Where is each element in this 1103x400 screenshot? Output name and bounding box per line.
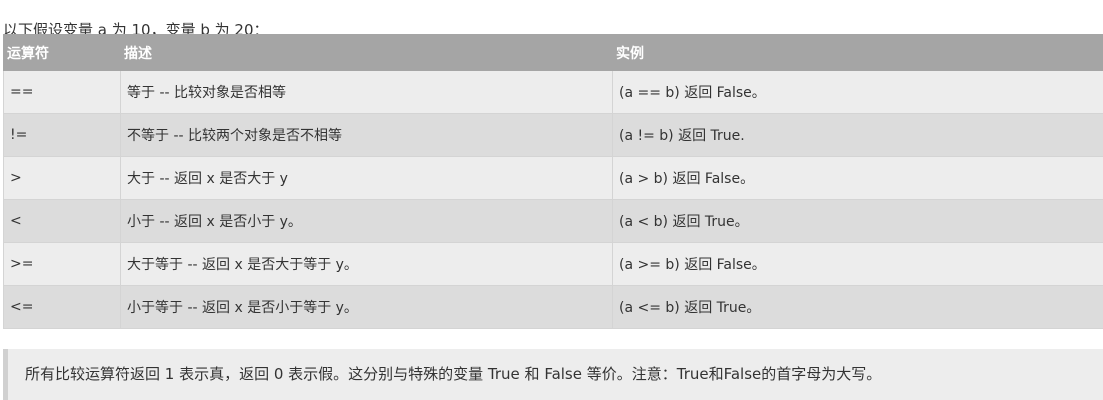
- table-row: > 大于 -- 返回 x 是否大于 y (a > b) 返回 False。: [3, 156, 1103, 200]
- operator-cell: !=: [3, 113, 121, 157]
- description-cell: 大于等于 -- 返回 x 是否大于等于 y。: [120, 242, 613, 286]
- operator-cell: <: [3, 199, 121, 243]
- example-cell: (a > b) 返回 False。: [612, 156, 1103, 200]
- table-row: != 不等于 -- 比较两个对象是否不相等 (a != b) 返回 True.: [3, 113, 1103, 157]
- example-cell: (a == b) 返回 False。: [612, 70, 1103, 114]
- table-row: >= 大于等于 -- 返回 x 是否大于等于 y。 (a >= b) 返回 Fa…: [3, 242, 1103, 286]
- header-operator: 运算符: [3, 34, 121, 71]
- table-header-row: 运算符 描述 实例: [3, 34, 1103, 71]
- header-example: 实例: [612, 34, 1103, 71]
- note-block: 所有比较运算符返回 1 表示真，返回 0 表示假。这分别与特殊的变量 True …: [3, 349, 1103, 400]
- description-cell: 等于 -- 比较对象是否相等: [120, 70, 613, 114]
- table-row: <= 小于等于 -- 返回 x 是否小于等于 y。 (a <= b) 返回 Tr…: [3, 285, 1103, 329]
- example-cell: (a >= b) 返回 False。: [612, 242, 1103, 286]
- operator-cell: ==: [3, 70, 121, 114]
- comparison-operators-table: 运算符 描述 实例 == 等于 -- 比较对象是否相等 (a == b) 返回 …: [3, 34, 1103, 329]
- example-cell: (a <= b) 返回 True。: [612, 285, 1103, 329]
- example-cell: (a != b) 返回 True.: [612, 113, 1103, 157]
- operator-cell: <=: [3, 285, 121, 329]
- description-cell: 不等于 -- 比较两个对象是否不相等: [120, 113, 613, 157]
- table-row: < 小于 -- 返回 x 是否小于 y。 (a < b) 返回 True。: [3, 199, 1103, 243]
- operator-cell: >: [3, 156, 121, 200]
- description-cell: 小于 -- 返回 x 是否小于 y。: [120, 199, 613, 243]
- header-description: 描述: [120, 34, 613, 71]
- table-row: == 等于 -- 比较对象是否相等 (a == b) 返回 False。: [3, 70, 1103, 114]
- description-cell: 大于 -- 返回 x 是否大于 y: [120, 156, 613, 200]
- operator-cell: >=: [3, 242, 121, 286]
- example-cell: (a < b) 返回 True。: [612, 199, 1103, 243]
- description-cell: 小于等于 -- 返回 x 是否小于等于 y。: [120, 285, 613, 329]
